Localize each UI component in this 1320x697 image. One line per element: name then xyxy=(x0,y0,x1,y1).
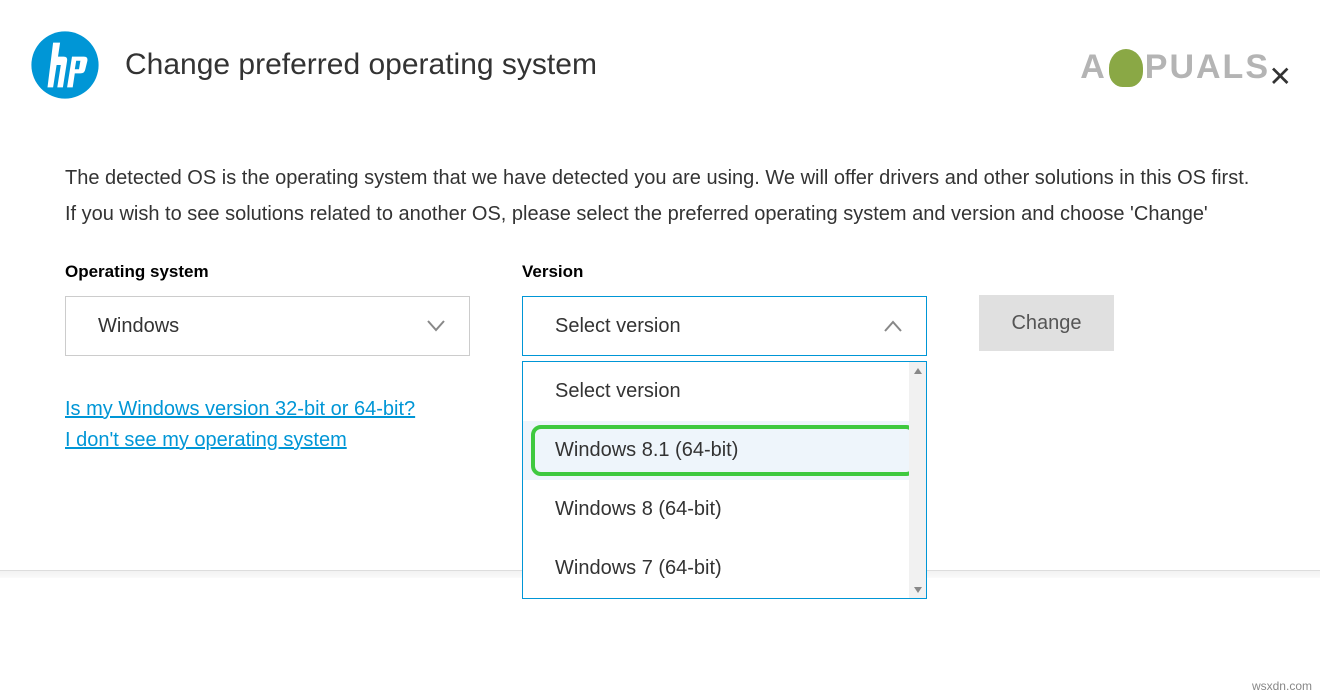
change-button[interactable]: Change xyxy=(979,295,1114,351)
version-selected-value: Select version xyxy=(555,315,681,338)
os-selected-value: Windows xyxy=(98,315,179,338)
version-option-win81[interactable]: Windows 8.1 (64-bit) xyxy=(523,421,926,480)
description-text: The detected OS is the operating system … xyxy=(65,160,1255,232)
version-label: Version xyxy=(522,262,927,282)
hp-logo-icon xyxy=(30,30,100,100)
scroll-down-icon[interactable] xyxy=(909,581,926,598)
os-label: Operating system xyxy=(65,262,470,282)
bit-check-link[interactable]: Is my Windows version 32-bit or 64-bit? xyxy=(65,398,470,421)
version-option-win8[interactable]: Windows 8 (64-bit) xyxy=(523,480,926,539)
footer-source: wsxdn.com xyxy=(1252,679,1312,693)
watermark-logo: A PUALS xyxy=(1080,48,1270,87)
version-option-select[interactable]: Select version xyxy=(523,362,926,421)
close-icon[interactable]: ✕ xyxy=(1269,60,1292,93)
mascot-icon xyxy=(1109,49,1143,87)
page-title: Change preferred operating system xyxy=(125,48,597,82)
os-select[interactable]: Windows xyxy=(65,296,470,356)
chevron-down-icon xyxy=(425,315,447,337)
no-os-link[interactable]: I don't see my operating system xyxy=(65,429,470,452)
scroll-up-icon[interactable] xyxy=(909,362,926,379)
version-dropdown-list: Select version Windows 8.1 (64-bit) Wind… xyxy=(522,361,927,599)
scrollbar[interactable] xyxy=(909,362,926,598)
chevron-up-icon xyxy=(882,315,904,337)
version-option-win7[interactable]: Windows 7 (64-bit) xyxy=(523,539,926,598)
version-select[interactable]: Select version xyxy=(522,296,927,356)
